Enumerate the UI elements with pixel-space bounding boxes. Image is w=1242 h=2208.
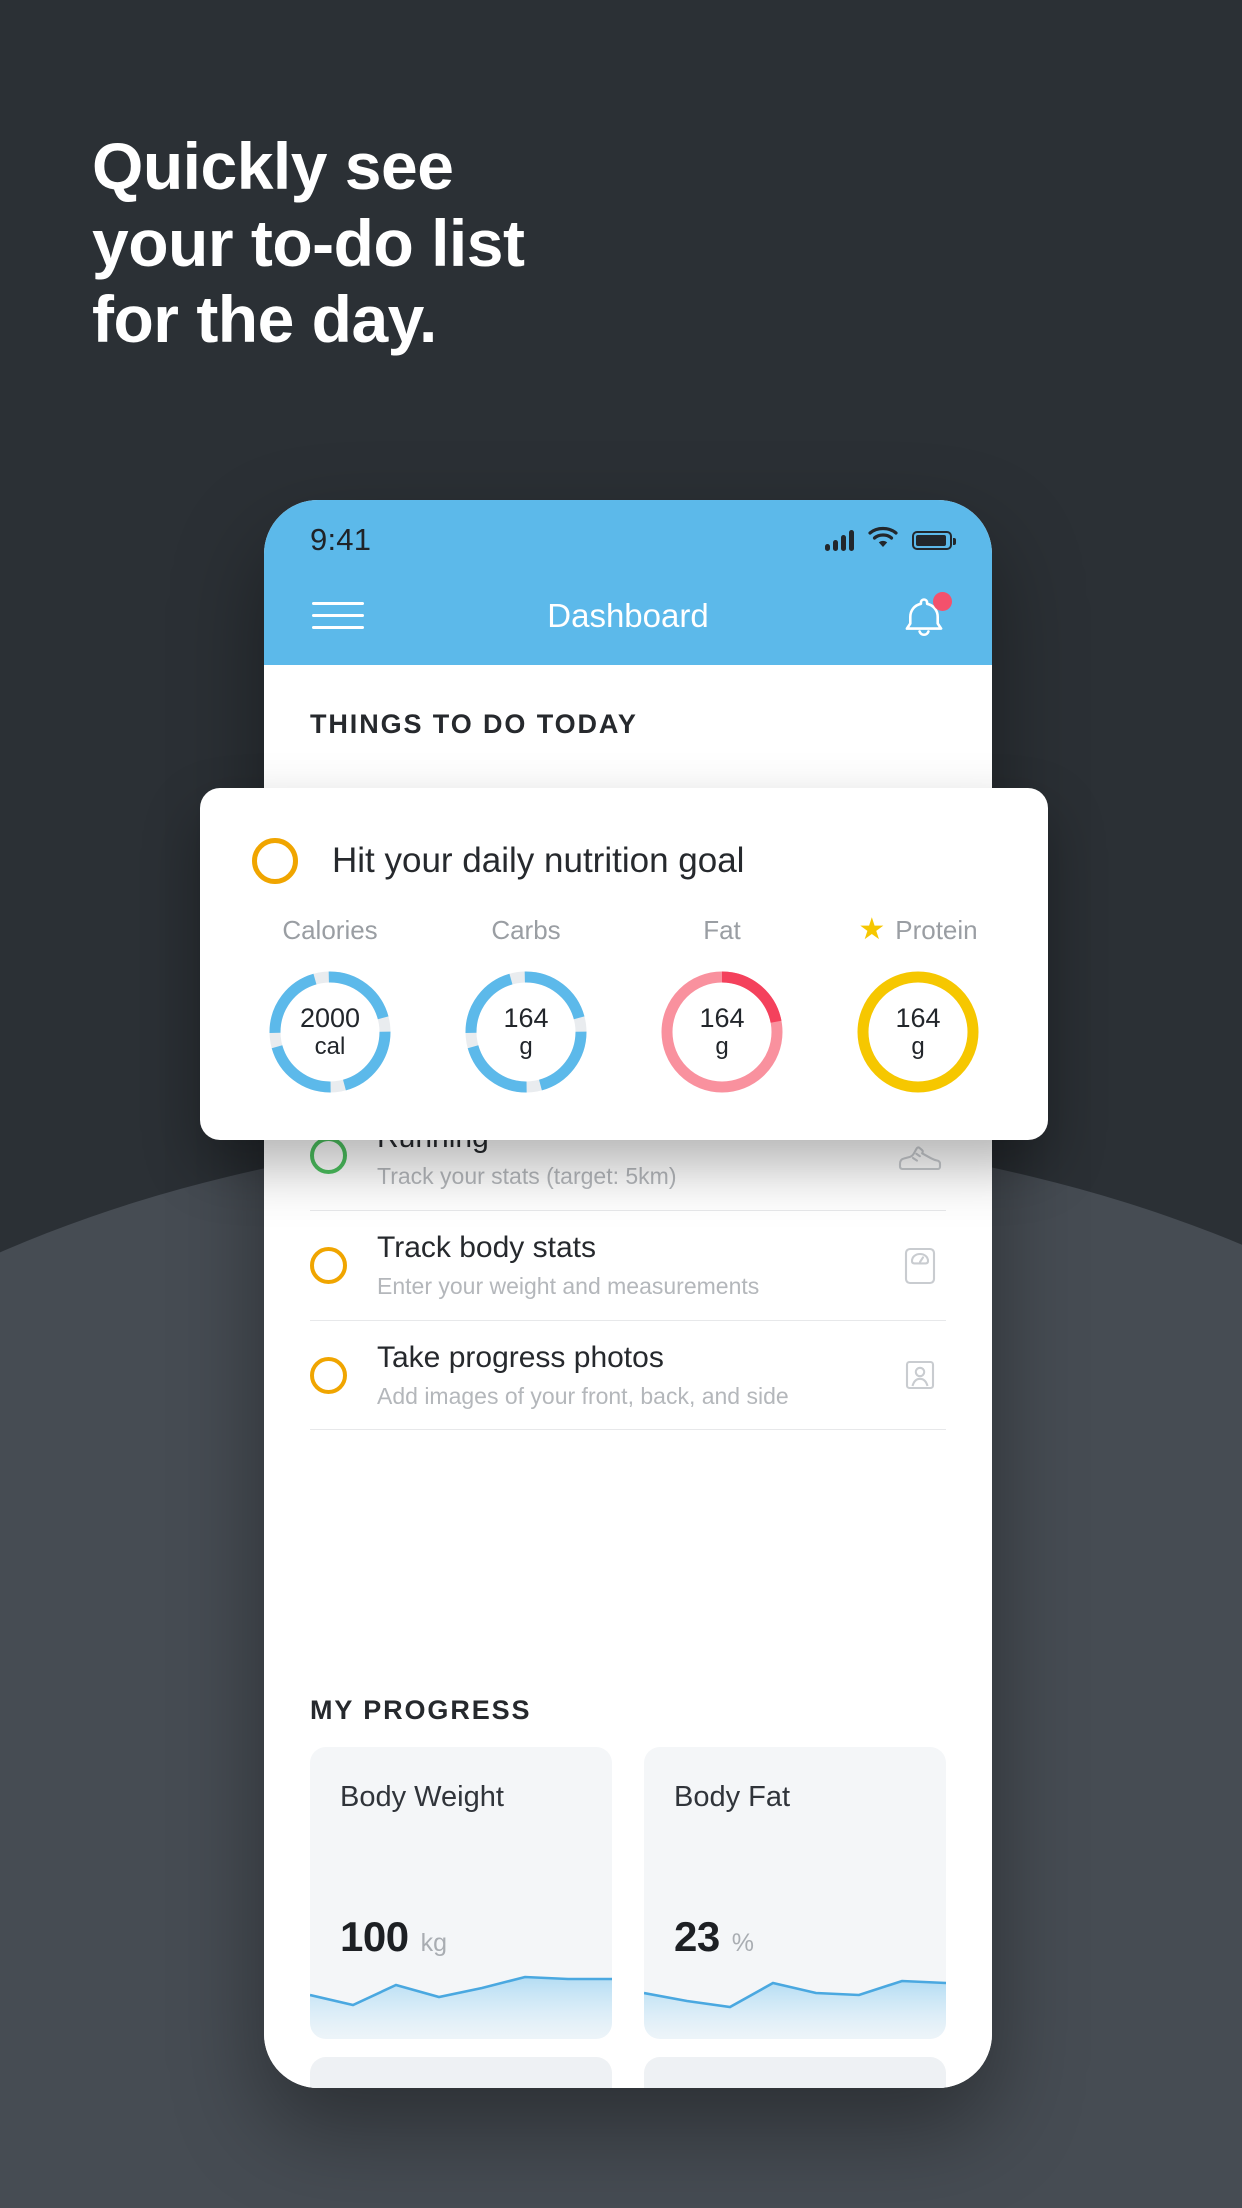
nutrition-ring-value: 2000 [299, 1003, 361, 1034]
task-subtitle: Track your stats (target: 5km) [377, 1163, 677, 1189]
progress-card-number: 23 [674, 1913, 720, 1960]
progress-card-label: Body Weight [340, 1781, 504, 1813]
person-photo-icon [894, 1349, 946, 1401]
progress-grid-next-row [310, 2057, 946, 2088]
body-fat-sparkline [644, 1979, 946, 2039]
task-list: Running Track your stats (target: 5km) T… [264, 1100, 992, 1430]
nutrition-ring-calories[interactable]: Calories 2000 cal [244, 912, 416, 1098]
task-text: Track body stats Enter your weight and m… [377, 1231, 894, 1300]
status-icons [825, 526, 956, 554]
fat-ring: 164 g [656, 966, 788, 1098]
task-subtitle: Enter your weight and measurements [377, 1273, 760, 1299]
nutrition-ring-value: 164 [699, 1003, 745, 1034]
battery-icon [912, 530, 956, 550]
status-time: 9:41 [310, 522, 372, 557]
body-weight-sparkline [310, 1975, 612, 2039]
progress-grid: Body Weight 100 kg Body Fat 23 % [310, 1747, 946, 2039]
page-title: Quickly see your to-do list for the day. [92, 128, 812, 358]
carbs-ring-center: 164 g [460, 966, 592, 1098]
notification-badge [933, 591, 952, 611]
task-checkbox[interactable] [310, 1356, 347, 1394]
nutrition-goal-header: Hit your daily nutrition goal [200, 788, 1048, 884]
nutrition-ring-label: Fat [703, 914, 741, 945]
progress-card-value: 100 kg [340, 1913, 447, 1961]
task-title: Take progress photos [377, 1340, 664, 1374]
carbs-ring: 164 g [460, 966, 592, 1098]
headline-line-2: your to-do list [92, 205, 525, 280]
task-checkbox[interactable] [310, 1137, 347, 1174]
wifi-icon [868, 526, 898, 554]
app-bar: 9:41 Dashboard [264, 500, 992, 665]
nutrition-ring-label: Carbs [491, 914, 561, 945]
progress-card-label: Body Fat [674, 1781, 791, 1813]
headline-line-3: for the day. [92, 282, 437, 357]
progress-card-unit: % [731, 1929, 754, 1957]
headline-line-1: Quickly see [92, 129, 454, 203]
progress-card-unit: kg [420, 1929, 447, 1957]
star-icon: ★ [858, 913, 886, 946]
task-checkbox[interactable] [310, 1247, 347, 1284]
protein-ring: 164 g [852, 966, 984, 1098]
section-title-todo: THINGS TO DO TODAY [310, 709, 638, 739]
progress-card-number: 100 [340, 1913, 409, 1960]
status-bar: 9:41 [264, 500, 992, 566]
progress-card-body-weight[interactable]: Body Weight 100 kg [310, 1747, 612, 2039]
nutrition-ring-value: 164 [895, 1003, 941, 1034]
task-text: Take progress photos Add images of your … [377, 1341, 894, 1410]
calories-ring: 2000 cal [264, 966, 396, 1098]
progress-card-partial[interactable] [644, 2057, 946, 2088]
promo-screenshot: Quickly see your to-do list for the day.… [0, 0, 1242, 2208]
task-subtitle: Add images of your front, back, and side [377, 1382, 789, 1409]
nutrition-ring-label-wrap: Calories [244, 912, 416, 948]
nutrition-ring-label-wrap: ★ Protein [832, 912, 1004, 948]
nutrition-ring-value: 164 [503, 1003, 549, 1034]
task-row[interactable]: Track body stats Enter your weight and m… [310, 1210, 946, 1320]
nutrition-ring-label: Calories [282, 914, 378, 945]
nutrition-goal-title: Hit your daily nutrition goal [332, 841, 745, 880]
phone-mockup: 9:41 Dashboard THINGS TO DO TODAY Track … [264, 500, 992, 2088]
progress-card-partial[interactable] [310, 2057, 612, 2088]
nutrition-rings: Calories 2000 cal Carbs 164 g Fat 164 g … [200, 884, 1048, 1098]
nutrition-ring-label-wrap: Fat [636, 912, 808, 948]
task-checkbox[interactable] [252, 838, 298, 884]
nutrition-goal-card[interactable]: Hit your daily nutrition goal Calories 2… [200, 788, 1048, 1140]
nutrition-ring-unit: g [911, 1032, 925, 1060]
task-title: Track body stats [377, 1231, 596, 1264]
nutrition-ring-carbs[interactable]: Carbs 164 g [440, 912, 612, 1098]
section-title-progress: MY PROGRESS [310, 1695, 532, 1725]
nutrition-ring-protein[interactable]: ★ Protein 164 g [832, 912, 1004, 1098]
nutrition-ring-label-wrap: Carbs [440, 912, 612, 948]
calories-ring-center: 2000 cal [264, 966, 396, 1098]
nutrition-ring-fat[interactable]: Fat 164 g [636, 912, 808, 1098]
progress-card-value: 23 % [674, 1913, 754, 1961]
signal-icon [825, 529, 854, 551]
progress-card-body-fat[interactable]: Body Fat 23 % [644, 1747, 946, 2039]
weight-scale-icon [894, 1240, 946, 1292]
task-row[interactable]: Take progress photos Add images of your … [310, 1320, 946, 1430]
nutrition-ring-unit: g [519, 1032, 533, 1060]
nav-row: Dashboard [264, 566, 992, 665]
nutrition-ring-unit: cal [314, 1032, 346, 1060]
nav-title: Dashboard [547, 596, 709, 634]
fat-ring-center: 164 g [656, 966, 788, 1098]
nutrition-ring-label: Protein [895, 914, 978, 945]
nutrition-ring-unit: g [715, 1032, 729, 1060]
bell-icon[interactable] [898, 590, 952, 642]
hamburger-icon[interactable] [312, 593, 364, 638]
protein-ring-center: 164 g [852, 966, 984, 1098]
